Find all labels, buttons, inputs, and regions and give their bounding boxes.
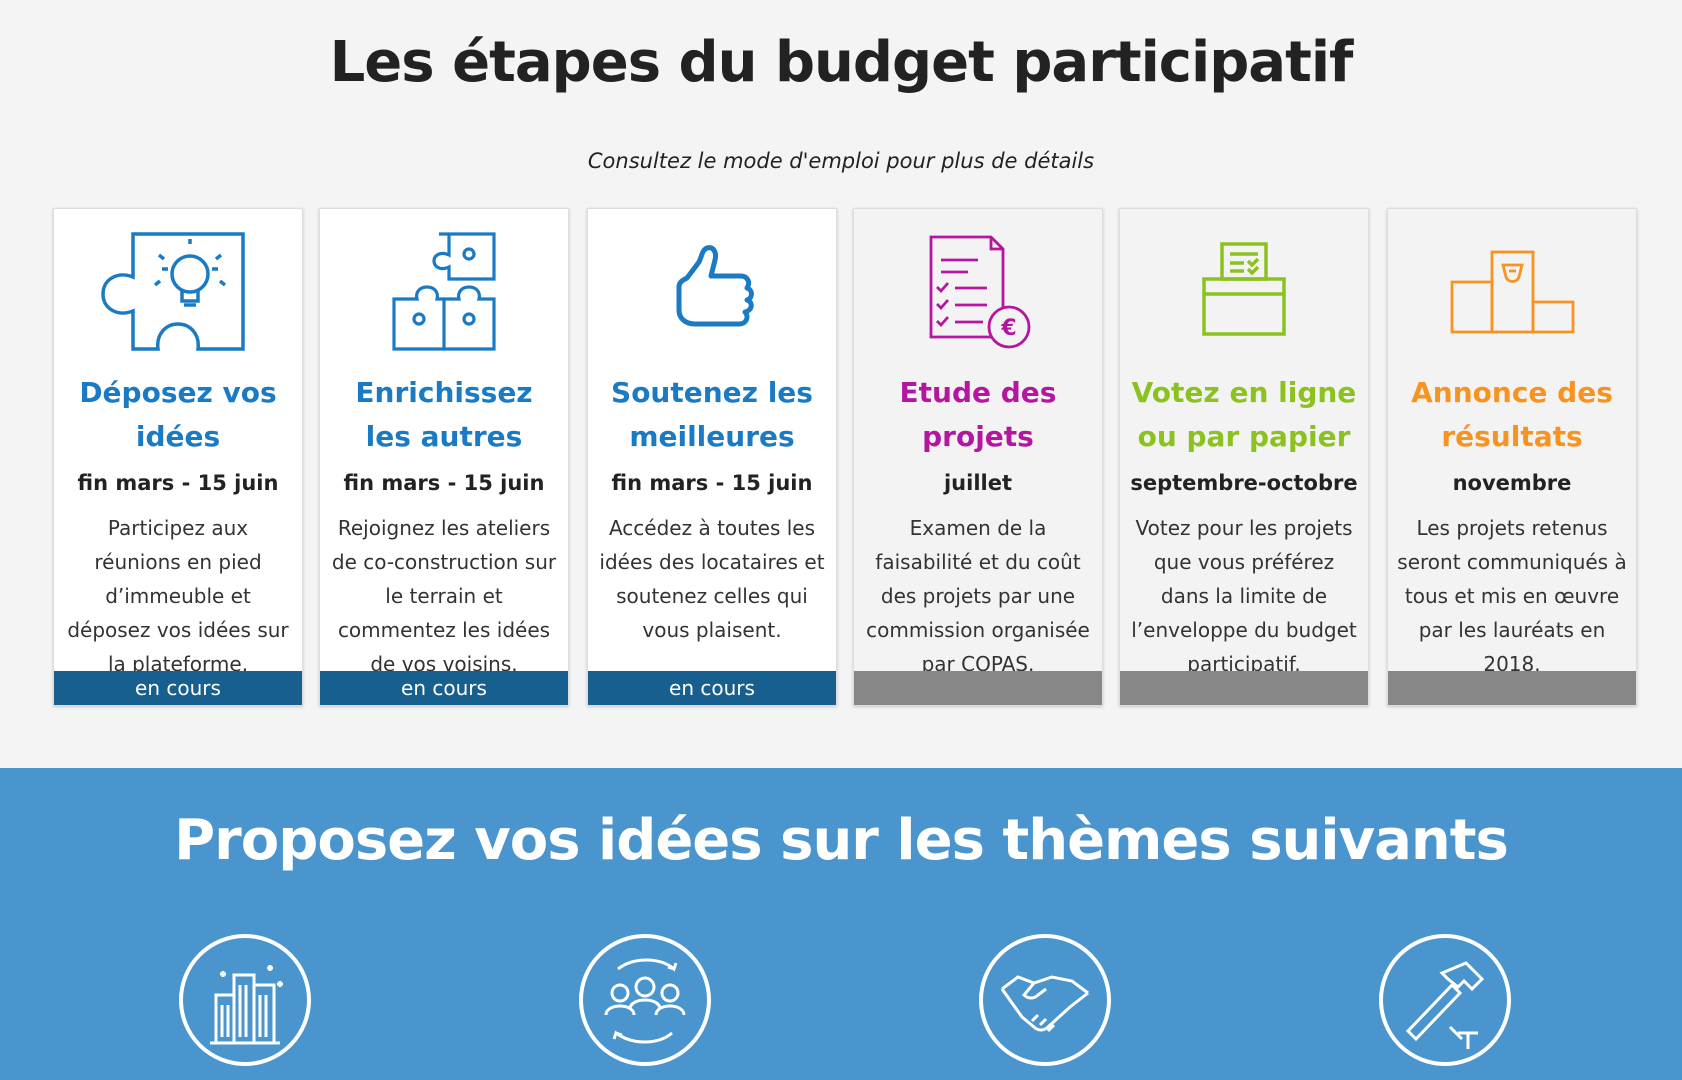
buildings-icon[interactable] (178, 933, 312, 1067)
thumbs-up-icon (588, 229, 836, 354)
step-title: Etude des projets (899, 376, 1057, 453)
step-date: fin mars - 15 juin (343, 471, 545, 495)
handshake-icon[interactable] (978, 933, 1112, 1067)
puzzle-pieces-icon (320, 229, 568, 354)
themes-title: Proposez vos idées sur les thèmes suivan… (174, 808, 1509, 873)
step-status-badge (1120, 671, 1368, 705)
step-date: fin mars - 15 juin (77, 471, 279, 495)
step-card-4[interactable]: € Etude des projets juillet Examen de la… (853, 208, 1103, 706)
community-icon[interactable] (578, 933, 712, 1067)
step-description: Rejoignez les ateliers de co-constructio… (331, 516, 557, 676)
steps-section: Les étapes du budget participatif Consul… (0, 0, 1682, 768)
step-card-5[interactable]: Votez en ligne ou par papier septembre-o… (1119, 208, 1369, 706)
podium-icon (1388, 229, 1636, 354)
page-title: Les étapes du budget participatif (329, 30, 1354, 95)
step-status-badge (854, 671, 1102, 705)
step-title: Enrichissez les autres (355, 376, 533, 453)
step-status-badge: en cours (54, 671, 302, 705)
step-status-badge: en cours (588, 671, 836, 705)
steps-subtitle-link[interactable]: Consultez le mode d'emploi pour plus de … (0, 149, 1682, 173)
document-euro-icon: € (854, 229, 1102, 354)
step-description: Les projets retenus seront communiqués à… (1397, 516, 1627, 676)
step-status-badge: en cours (320, 671, 568, 705)
step-description: Votez pour les projets que vous préférez… (1131, 516, 1357, 676)
step-card-1[interactable]: Déposez vos idées fin mars - 15 juin Par… (53, 208, 303, 706)
step-title: Soutenez les meilleures (611, 376, 813, 453)
step-card-3[interactable]: Soutenez les meilleures fin mars - 15 ju… (587, 208, 837, 706)
step-description: Examen de la faisabilité et du coût des … (866, 516, 1090, 676)
themes-section: Proposez vos idées sur les thèmes suivan… (0, 768, 1682, 1080)
step-date: septembre-octobre (1130, 471, 1358, 495)
step-title: Déposez vos idées (79, 376, 277, 453)
step-date: fin mars - 15 juin (611, 471, 813, 495)
step-title: Votez en ligne ou par papier (1131, 376, 1357, 453)
svg-text:€: € (1000, 316, 1016, 341)
step-date: juillet (943, 471, 1013, 495)
step-description: Accédez à toutes les idées des locataire… (599, 516, 825, 642)
step-title: Annonce des résultats (1411, 376, 1613, 453)
step-status-badge (1388, 671, 1636, 705)
step-card-6[interactable]: Annonce des résultats novembre Les proje… (1387, 208, 1637, 706)
step-card-2[interactable]: Enrichissez les autres fin mars - 15 jui… (319, 208, 569, 706)
hammer-tools-icon[interactable] (1378, 933, 1512, 1067)
ballot-box-icon (1120, 229, 1368, 354)
step-date: novembre (1452, 471, 1572, 495)
step-description: Participez aux réunions en pied d’immeub… (67, 516, 289, 676)
puzzle-lightbulb-icon (54, 229, 302, 354)
